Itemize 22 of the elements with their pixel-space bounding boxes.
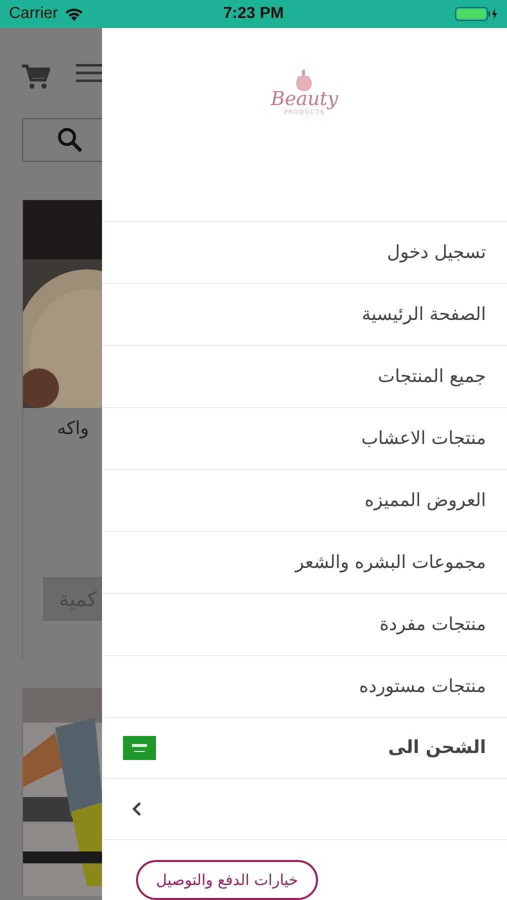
wifi-icon: [64, 6, 84, 22]
logo-text: Beauty: [270, 90, 338, 109]
menu-item[interactable]: العروض المميزه: [364, 490, 486, 511]
product-title: واكه: [57, 417, 90, 439]
menu-item[interactable]: تسجيل دخول: [387, 242, 486, 263]
menu-item[interactable]: جميع المنتجات: [378, 366, 486, 387]
shipping-label: الشحن الى: [388, 737, 486, 758]
search-icon: [57, 127, 83, 153]
menu-item[interactable]: منتجات مفردة: [380, 614, 486, 635]
menu-icon[interactable]: [76, 64, 102, 82]
chevron-left-icon[interactable]: [132, 800, 142, 817]
menu-item[interactable]: منتجات مستورده: [359, 676, 486, 697]
menu-item[interactable]: منتجات الاعشاب: [361, 428, 486, 449]
perfume-bottle-icon: [295, 70, 314, 92]
flag-icon[interactable]: [123, 736, 156, 760]
clock-time: 7:23 PM: [222, 5, 285, 23]
payment-options-button[interactable]: خيارات الدفع والتوصيل: [136, 860, 318, 900]
menu-item[interactable]: مجموعات البشره والشعر: [295, 552, 486, 573]
menu-item[interactable]: الصفحة الرئيسية: [362, 304, 486, 325]
carrier-name: Carrier: [9, 5, 58, 23]
cart-icon[interactable]: [22, 64, 50, 90]
battery-icon: [455, 7, 499, 21]
